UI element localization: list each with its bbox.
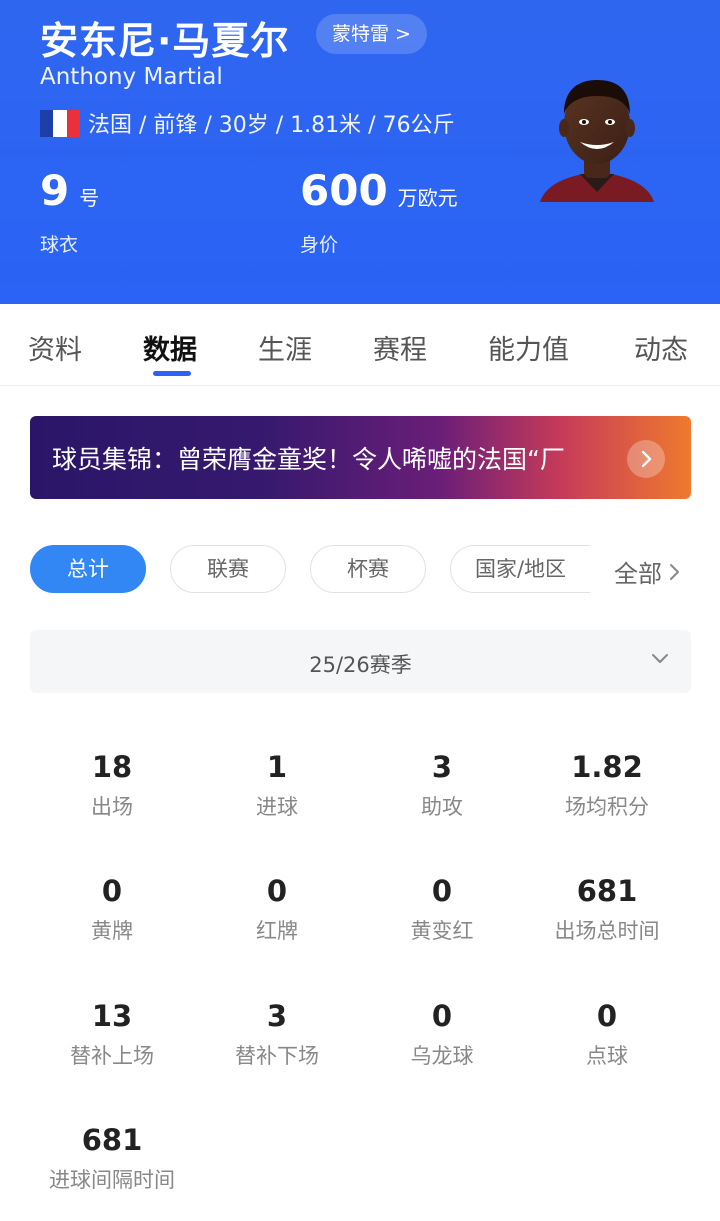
banner-text: 球员集锦：曾荣膺金童奖！令人唏嘘的法国“厂 [52,445,565,474]
stat-label: 出场 [91,795,133,819]
all-filters-button[interactable]: 全部 [614,554,682,589]
tab-profile[interactable]: 资料 [28,328,82,367]
stat-label: 进球间隔时间 [49,1168,175,1192]
chevron-right-icon[interactable] [627,440,665,478]
stat-label: 出场总时间 [554,919,660,943]
stat-value: 0 [431,874,453,908]
stat-second-yellow: 0 黄变红 [352,874,532,944]
season-label: 25/26赛季 [309,653,412,677]
stat-sub-on: 13 替补上场 [22,999,202,1069]
chevron-right-icon [670,563,679,580]
tab-stats[interactable]: 数据 [143,328,197,367]
stat-label: 黄变红 [410,919,474,943]
stat-value: 13 [91,999,133,1033]
shirt-number-value: 9 [40,166,70,215]
tab-career[interactable]: 生涯 [258,328,312,367]
chip-total[interactable]: 总计 [30,545,146,593]
stat-value: 0 [101,874,123,908]
stat-label: 点球 [586,1044,628,1068]
market-value-label: 身价 [300,234,339,256]
stat-value: 681 [576,874,638,908]
stat-value: 3 [431,750,453,784]
filter-chips: 总计 联赛 杯赛 国家/地区 [30,545,590,595]
tab-news[interactable]: 动态 [634,328,688,367]
highlight-banner[interactable]: 球员集锦：曾荣膺金童奖！令人唏嘘的法国“厂 [30,416,691,499]
chip-cup[interactable]: 杯赛 [310,545,426,593]
shirt-label: 球衣 [40,234,79,256]
stat-value: 18 [91,750,133,784]
stat-value: 1.82 [571,750,643,784]
tab-schedule[interactable]: 赛程 [373,328,427,367]
chip-league[interactable]: 联赛 [170,545,286,593]
chip-national[interactable]: 国家/地区 [450,545,590,593]
stat-label: 助攻 [421,795,463,819]
stat-points-per-game: 1.82 场均积分 [517,750,697,820]
stat-value: 1 [266,750,288,784]
player-name-en: Anthony Martial [40,64,223,90]
france-flag-icon [40,109,80,137]
all-filters-label: 全部 [614,560,662,588]
player-header: 安东尼·马夏尔 蒙特雷 > Anthony Martial 法国 / 前锋 / … [0,0,720,304]
stat-minutes-per-goal: 681 进球间隔时间 [22,1123,202,1193]
shirt-number-unit: 号 [79,186,100,210]
market-value-amount: 600 [300,166,388,215]
tab-bar: 资料 数据 生涯 赛程 能力值 动态 [0,304,720,386]
stat-label: 替补下场 [235,1044,319,1068]
stat-value: 681 [81,1123,143,1157]
stat-appearances: 18 出场 [22,750,202,820]
stat-red-cards: 0 红牌 [187,874,367,944]
stat-goals: 1 进球 [187,750,367,820]
stat-label: 替补上场 [70,1044,154,1068]
season-select[interactable]: 25/26赛季 [30,630,691,693]
stat-label: 进球 [256,795,298,819]
player-portrait [540,80,654,202]
stat-label: 红牌 [256,919,298,943]
active-tab-indicator [153,371,191,376]
stat-minutes-played: 681 出场总时间 [517,874,697,944]
stat-sub-off: 3 替补下场 [187,999,367,1069]
stat-label: 乌龙球 [410,1044,474,1068]
stat-assists: 3 助攻 [352,750,532,820]
market-value: 600 万欧元 [300,166,458,215]
player-name-cn: 安东尼·马夏尔 [40,19,290,63]
player-info-row: 法国 / 前锋 / 30岁 / 1.81米 / 76公斤 [40,109,455,138]
stat-label: 黄牌 [91,919,133,943]
stat-own-goals: 0 乌龙球 [352,999,532,1069]
stat-value: 0 [431,999,453,1033]
shirt-number: 9 号 [40,166,99,215]
stat-label: 场均积分 [565,795,649,819]
stat-yellow-cards: 0 黄牌 [22,874,202,944]
tab-ability[interactable]: 能力值 [488,328,569,367]
stat-penalties: 0 点球 [517,999,697,1069]
team-link-button[interactable]: 蒙特雷 > [316,14,427,54]
stat-value: 0 [596,999,618,1033]
market-value-unit: 万欧元 [397,186,458,210]
stat-value: 3 [266,999,288,1033]
chevron-down-icon [652,654,668,663]
stat-value: 0 [266,874,288,908]
player-info-text: 法国 / 前锋 / 30岁 / 1.81米 / 76公斤 [88,113,455,138]
